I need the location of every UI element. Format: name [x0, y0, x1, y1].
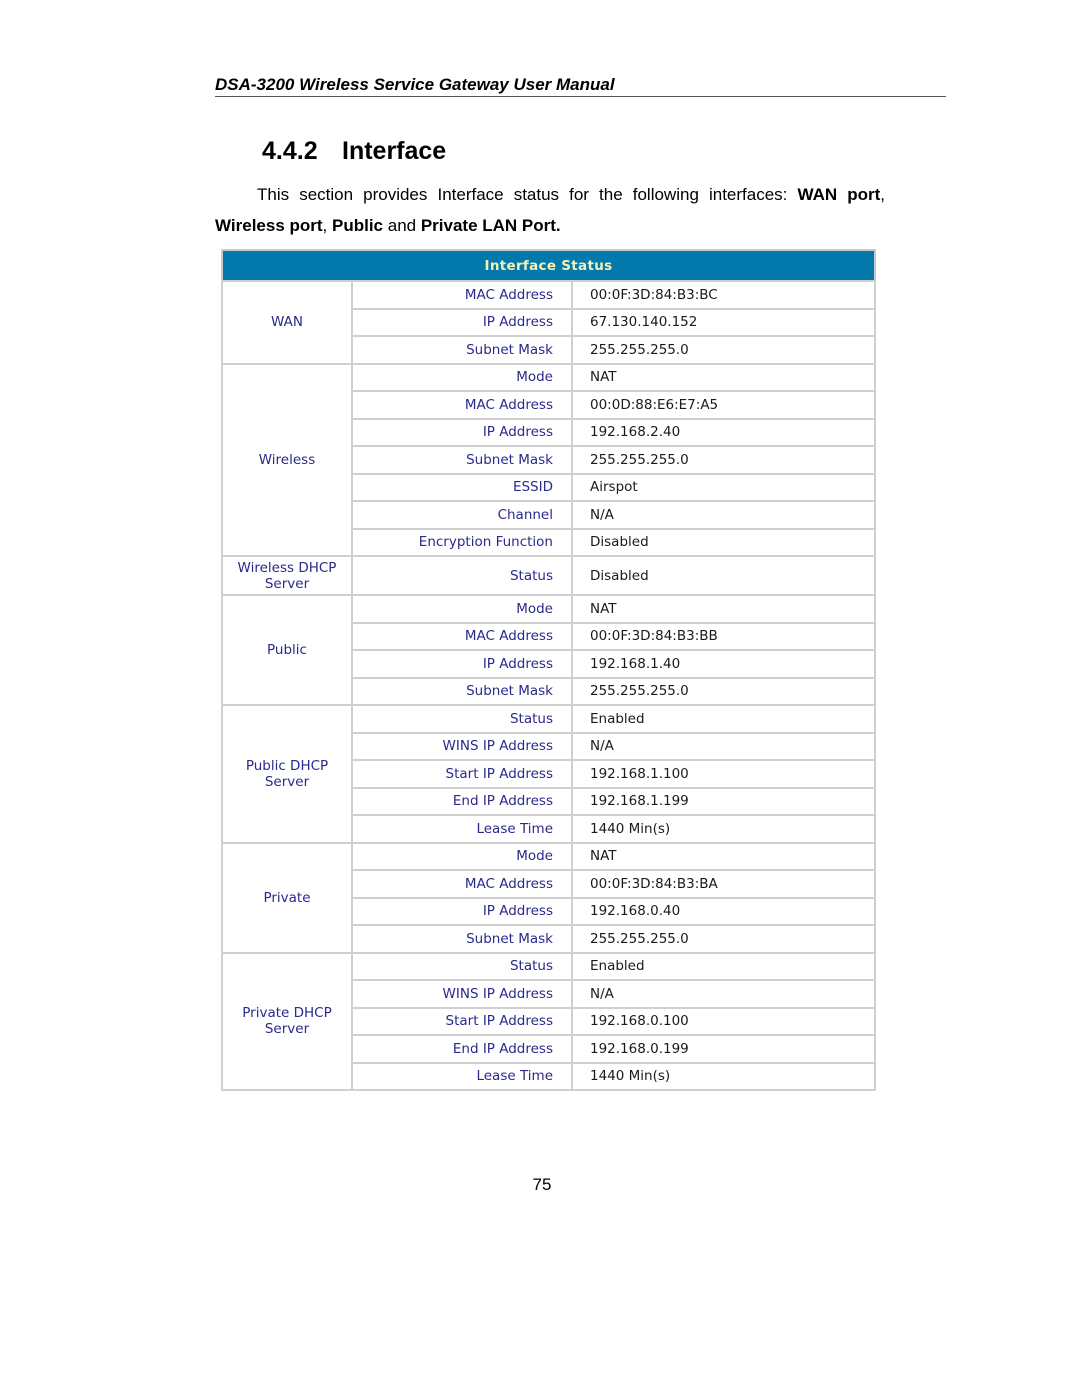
row-value: 1440 Min(s) [571, 814, 876, 844]
row-value: NAT [571, 841, 876, 871]
row-label: Channel [351, 500, 573, 530]
intro-bold-private: Private LAN Port. [420, 216, 561, 235]
row-value: 255.255.255.0 [571, 924, 876, 954]
row-value: 255.255.255.0 [571, 335, 876, 365]
row-value: 192.168.0.199 [571, 1034, 876, 1064]
row-label: Subnet Mask [351, 445, 573, 475]
row-label: WINS IP Address [351, 731, 573, 761]
intro-bold-wan: WAN port [797, 185, 881, 204]
row-label: Status [351, 555, 573, 596]
row-value: 192.168.1.199 [571, 786, 876, 816]
row-value: Disabled [571, 527, 876, 557]
intro-bold-wireless: Wireless port [215, 216, 323, 235]
row-label: Start IP Address [351, 759, 573, 789]
row-label: Status [351, 704, 573, 734]
table-row: Public Mode NAT [221, 594, 876, 706]
row-value: 192.168.0.40 [571, 896, 876, 926]
row-label: MAC Address [351, 869, 573, 899]
section-heading: 4.4.2 Interface [262, 136, 446, 166]
row-value: Airspot [571, 472, 876, 502]
row-value: 255.255.255.0 [571, 676, 876, 706]
intro-text: , [322, 216, 332, 235]
group-public-dhcp-server: Public DHCP Server [221, 704, 353, 844]
table-row: Wireless Mode NAT [221, 362, 876, 557]
row-value: N/A [571, 731, 876, 761]
row-value: 00:0F:3D:84:B3:BA [571, 869, 876, 899]
intro-bold-public: Public [332, 216, 384, 235]
row-label: Lease Time [351, 1061, 573, 1091]
row-value: N/A [571, 500, 876, 530]
group-wireless: Wireless [221, 362, 353, 557]
row-value: 192.168.1.100 [571, 759, 876, 789]
row-label: MAC Address [351, 621, 573, 651]
row-label: IP Address [351, 417, 573, 447]
group-name-line: Public DHCP [245, 757, 329, 774]
table-row: Private DHCP Server Status Enabled [221, 951, 876, 1091]
row-label: End IP Address [351, 1034, 573, 1064]
row-label: IP Address [351, 649, 573, 679]
group-private-dhcp-server: Private DHCP Server [221, 951, 353, 1091]
group-wan: WAN [221, 280, 353, 365]
intro-text: and [383, 216, 421, 235]
row-label: Mode [351, 841, 573, 871]
row-value: 00:0D:88:E6:E7:A5 [571, 390, 876, 420]
row-label: Lease Time [351, 814, 573, 844]
row-value: 00:0F:3D:84:B3:BC [571, 280, 876, 310]
row-value: 67.130.140.152 [571, 307, 876, 337]
row-label: WINS IP Address [351, 979, 573, 1009]
row-value: Disabled [571, 555, 876, 596]
group-name-line: Wireless DHCP [237, 559, 337, 576]
row-label: IP Address [351, 896, 573, 926]
row-value: NAT [571, 362, 876, 392]
row-value: 192.168.1.40 [571, 649, 876, 679]
page-number: 75 [532, 1175, 552, 1194]
intro-text: This section provides Interface status f… [257, 185, 798, 204]
table-row: Private Mode NAT [221, 841, 876, 954]
group-public: Public [221, 594, 353, 706]
row-label: Encryption Function [351, 527, 573, 557]
row-label: Start IP Address [351, 1006, 573, 1036]
row-value: N/A [571, 979, 876, 1009]
group-name-line: Server [264, 1021, 310, 1038]
intro-text: , [880, 185, 886, 204]
row-value: 255.255.255.0 [571, 445, 876, 475]
group-name-line: Server [264, 575, 310, 592]
row-value: 192.168.0.100 [571, 1006, 876, 1036]
row-label: Subnet Mask [351, 924, 573, 954]
row-value: Enabled [571, 951, 876, 981]
row-label: Subnet Mask [351, 676, 573, 706]
table-row: Public DHCP Server Status Enabled [221, 704, 876, 844]
intro-line-1: This section provides Interface status f… [215, 179, 885, 210]
section-title: Interface [342, 137, 447, 165]
row-label: MAC Address [351, 390, 573, 420]
group-private: Private [221, 841, 353, 954]
row-value: 192.168.2.40 [571, 417, 876, 447]
running-header: DSA-3200 Wireless Service Gateway User M… [215, 75, 946, 97]
table-row: WAN MAC Address 00:0F:3D:84:B3:BC [221, 280, 876, 365]
row-value: Enabled [571, 704, 876, 734]
group-wireless-dhcp-server: Wireless DHCP Server [221, 555, 353, 596]
interface-status-table: Interface Status WAN MAC Address 00:0F:3D:… [221, 249, 876, 1091]
row-value: NAT [571, 594, 876, 624]
row-label: MAC Address [351, 280, 573, 310]
row-value: 00:0F:3D:84:B3:BB [571, 621, 876, 651]
intro-paragraph: This section provides Interface status f… [215, 179, 885, 241]
row-label: IP Address [351, 307, 573, 337]
table-row: Wireless DHCP Server Status Disabled [221, 555, 876, 596]
row-label: ESSID [351, 472, 573, 502]
row-label: Mode [351, 594, 573, 624]
row-label: Subnet Mask [351, 335, 573, 365]
group-name-line: Private DHCP [242, 1005, 332, 1022]
row-label: Mode [351, 362, 573, 392]
row-label: End IP Address [351, 786, 573, 816]
section-number: 4.4.2 [262, 137, 318, 165]
row-label: Status [351, 951, 573, 981]
table-title: Interface Status [221, 249, 876, 282]
group-name-line: Server [264, 773, 310, 790]
row-value: 1440 Min(s) [571, 1061, 876, 1091]
